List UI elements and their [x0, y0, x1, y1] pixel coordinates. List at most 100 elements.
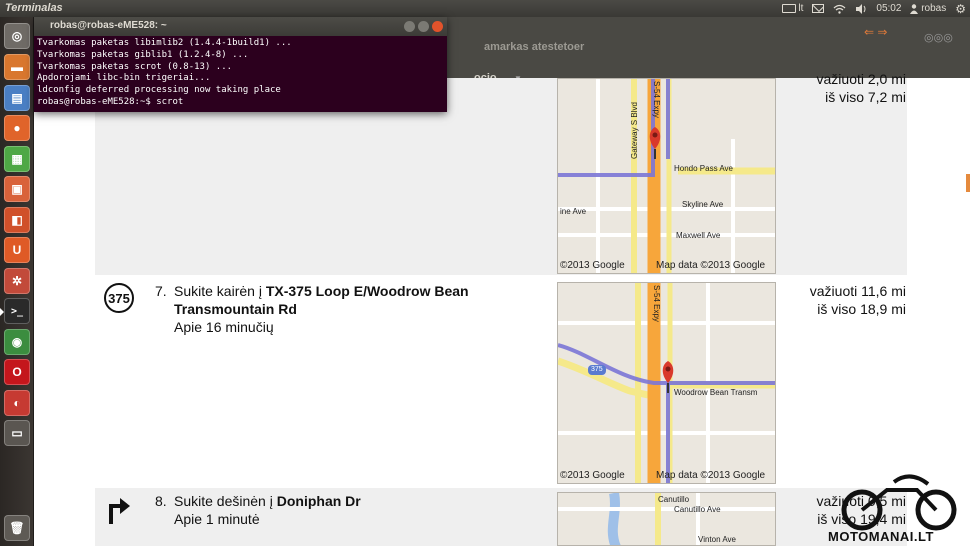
terminal-titlebar[interactable]: robas@robas-eME528: ~ [34, 17, 447, 36]
bag-icon: ◧ [11, 213, 23, 227]
map-label: Woodrow Bean Transm [674, 388, 758, 397]
launcher: ◎ ▬ ▤ ● ▦ ▣ ◧ U ✲ >_ ◉ O ◐ ▭ 🗑 [0, 17, 34, 546]
sound-indicator[interactable] [855, 3, 867, 14]
launcher-impress[interactable]: ▣ [4, 176, 30, 202]
launcher-app[interactable]: ◐ [4, 390, 30, 416]
ubuntu-one-icon: U [12, 243, 22, 257]
route-shield-label: 375 [591, 366, 603, 373]
session-gear-icon[interactable]: ⚙ [955, 2, 966, 16]
step-8-number: 8. [155, 493, 167, 509]
top-panel: Terminalas lt 05:02 robas ⚙ [0, 0, 970, 17]
map-label: Gateway S Blvd [630, 102, 639, 159]
user-menu[interactable]: robas [910, 3, 946, 14]
terminal-title: robas@robas-eME528: ~ [50, 20, 167, 31]
ubuntu-logo-icon: ◎ [11, 29, 23, 43]
launcher-calc[interactable]: ▦ [4, 146, 30, 172]
messaging-indicator[interactable] [812, 4, 825, 13]
step-6-segment-distance: važiuoti 2,0 mi [816, 71, 906, 87]
launcher-chrome[interactable]: ◉ [4, 329, 30, 355]
dash-home-button[interactable]: ◎ [4, 23, 30, 49]
map-step-7[interactable]: 375 S-54 Expy Woodrow Bean Transm ©2013 … [557, 282, 776, 484]
step-8-instruction: Sukite dešinėn į Doniphan Dr Apie 1 minu… [174, 492, 544, 528]
terminal-prompt-line: robas@robas-eME528:~$ scrot [37, 96, 184, 107]
map-step-6-graphic [558, 79, 775, 273]
clock[interactable]: 05:02 [876, 3, 901, 14]
map-data-copyright: Map data ©2013 Google [656, 260, 766, 271]
launcher-writer[interactable]: ▤ [4, 85, 30, 111]
step-6-distance: važiuoti 2,0 mi iš viso 7,2 mi [780, 70, 906, 106]
map-copyright: ©2013 Google [560, 260, 625, 271]
terminal-icon: >_ [10, 305, 24, 317]
route-375-sign-icon: 375 [104, 283, 134, 313]
terminal-line: Apdorojami libc-bin trigeriai... [37, 73, 211, 84]
map-step-6[interactable]: Gateway S Blvd S-54 Expy Hondo Pass Ave … [557, 78, 776, 274]
step-8-time: Apie 1 minutė [174, 511, 260, 527]
map-data-copyright: Map data ©2013 Google [656, 470, 766, 481]
chrome-icon: ◉ [11, 335, 23, 349]
terminal-line: ldconfig deferred processing now taking … [37, 85, 281, 96]
turn-right-arrow-icon [109, 498, 130, 524]
terminal-output[interactable]: Tvarkomas paketas libimlib2 (1.4.4-1buil… [34, 36, 447, 111]
motomanai-logo: MOTOMANAI.LT [828, 468, 968, 546]
firefox-icon: ● [13, 121, 21, 135]
app-icon: ◐ [13, 396, 21, 410]
keyboard-indicator[interactable]: lt [781, 3, 804, 14]
document-icon: ▤ [11, 91, 23, 105]
map-label: Maxwell Ave [676, 231, 721, 240]
browser-tab-title[interactable]: amarkas atestetoer [484, 41, 584, 53]
launcher-opera[interactable]: O [4, 359, 30, 385]
step-7-number: 7. [155, 283, 167, 299]
step-7-time: Apie 16 minučių [174, 319, 274, 335]
trash-icon: 🗑 [9, 521, 25, 535]
terminal-line: Tvarkomas paketas scrot (0.8-13) ... [37, 61, 233, 72]
step-7-text: Sukite kairėn į [174, 283, 266, 299]
folder-icon: ▬ [11, 60, 23, 74]
launcher-software-center[interactable]: ◧ [4, 207, 30, 233]
launcher-terminal[interactable]: >_ [0, 298, 30, 324]
launcher-firefox[interactable]: ● [4, 115, 30, 141]
browser-nav-icons: ⇐ ⇒ [864, 25, 888, 39]
scrollbar-marker[interactable] [966, 174, 970, 192]
map-label: Vinton Ave [698, 535, 736, 544]
terminal-window[interactable]: robas@robas-eME528: ~ Tvarkomas paketas … [34, 17, 447, 112]
volume-icon [856, 3, 866, 14]
browser-window-controls[interactable]: ◎◎◎ [924, 31, 953, 44]
map-label: Hondo Pass Ave [674, 164, 734, 173]
map-step-8[interactable]: Canutillo Canutillo Ave Vinton Ave [557, 492, 776, 546]
step-7-segment-distance: važiuoti 11,6 mi [809, 283, 906, 299]
step-7-road-1: TX-375 Loop E/Woodrow Bean [265, 283, 469, 299]
map-label: Canutillo Ave [674, 505, 721, 514]
map-label: S-54 Expy [652, 285, 661, 322]
step-7-instruction: Sukite kairėn į TX-375 Loop E/Woodrow Be… [174, 282, 544, 336]
system-tray: lt 05:02 robas ⚙ [781, 1, 966, 16]
launcher-ubuntu-one[interactable]: U [4, 237, 30, 263]
launcher-trash[interactable]: 🗑 [4, 515, 30, 541]
user-icon [910, 3, 919, 14]
step-7-distance: važiuoti 11,6 mi iš viso 18,9 mi [780, 282, 906, 318]
map-step-7-graphic [558, 283, 775, 483]
map-label: ine Ave [560, 207, 587, 216]
spreadsheet-icon: ▦ [11, 152, 23, 166]
map-label: Skyline Ave [682, 200, 724, 209]
minimize-button[interactable] [404, 21, 415, 32]
maximize-button[interactable] [418, 21, 429, 32]
network-indicator[interactable] [833, 4, 846, 14]
terminal-line: Tvarkomas paketas giblib1 (1.2.4-8) ... [37, 49, 249, 60]
close-button[interactable] [432, 21, 443, 32]
opera-icon: O [12, 365, 22, 379]
wifi-icon [833, 4, 846, 14]
mail-icon [812, 4, 825, 13]
launcher-settings[interactable]: ✲ [4, 268, 30, 294]
active-app-title: Terminalas [5, 2, 63, 14]
launcher-files[interactable]: ▬ [4, 54, 30, 80]
step-7-total-distance: iš viso 18,9 mi [817, 301, 906, 317]
watermark-text: MOTOMANAI.LT [828, 529, 934, 544]
presentation-icon: ▣ [11, 182, 23, 196]
user-name: robas [921, 3, 947, 14]
settings-icon: ✲ [11, 274, 23, 288]
step-7-road-2: Transmountain Rd [174, 301, 297, 317]
launcher-workspaces[interactable]: ▭ [4, 420, 30, 446]
map-label: Canutillo [658, 495, 690, 504]
workspace-switcher-icon: ▭ [11, 426, 23, 440]
keyboard-layout: lt [798, 3, 804, 14]
